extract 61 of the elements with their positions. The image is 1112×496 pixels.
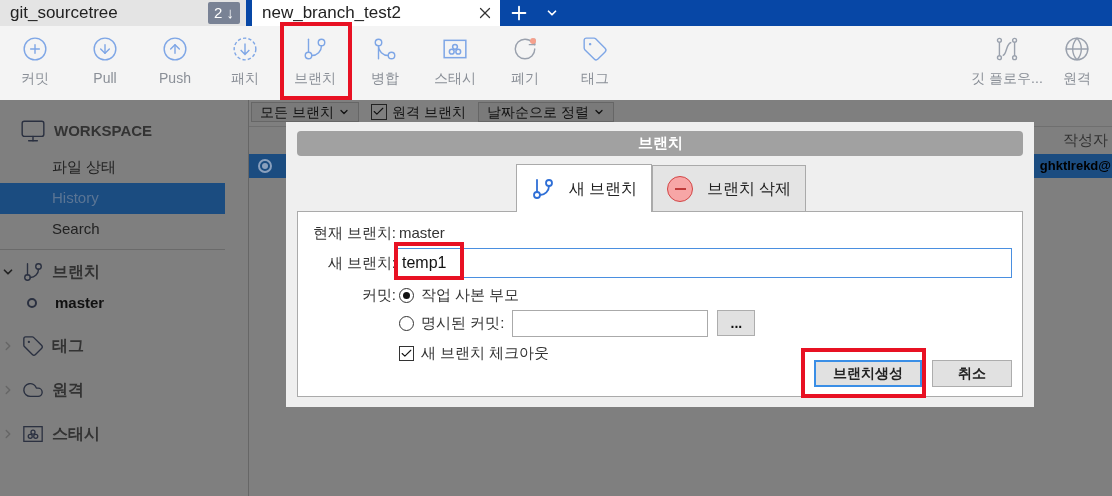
section-title: WORKSPACE	[54, 120, 153, 141]
dialog-tab[interactable]: 새 브랜치	[515, 164, 652, 212]
checkbox-label: 원격 브랜치	[391, 103, 466, 120]
radio-icon	[258, 159, 272, 173]
filter-dropdown[interactable]: 날짜순으로 정렬	[477, 101, 614, 122]
document-tab[interactable]: new_branch_test2	[252, 0, 500, 26]
toolbar-button[interactable]: 커밋	[0, 26, 70, 100]
table-cell-text: ghktlrekd@	[1039, 157, 1111, 176]
current-branch-value: master	[399, 222, 445, 243]
current-branch-icon	[27, 298, 37, 308]
browse-button[interactable]: ...	[717, 310, 756, 336]
branch-icon	[302, 36, 328, 62]
sidebar-item[interactable]: master	[55, 291, 105, 315]
field-label: 새 브랜치:	[326, 252, 396, 273]
branch-icon	[22, 261, 44, 283]
dialog-button[interactable]: 취소	[932, 360, 1012, 387]
plus-circle-icon	[22, 36, 48, 62]
checkbox-label: 새 브랜치 체크아웃	[421, 342, 550, 363]
merge-icon	[372, 36, 398, 62]
rotate-dot-icon	[512, 36, 538, 62]
toolbar-button[interactable]: Push	[140, 26, 210, 100]
branch-name-field[interactable]: temp1	[397, 248, 1012, 278]
count-badge: 2 ↓	[208, 1, 240, 25]
arrow-down-circle-icon	[92, 36, 118, 62]
tag-icon	[582, 36, 608, 62]
toolbar-button[interactable]: 스태시	[420, 26, 490, 100]
sidebar-section[interactable]: 원격	[52, 378, 84, 402]
toolbar-button[interactable]: 폐기	[490, 26, 560, 100]
radio-label: 명시된 커밋:	[421, 312, 505, 333]
sidebar-section[interactable]: 태그	[52, 334, 84, 358]
filter-dropdown[interactable]: 모든 브랜치	[251, 101, 359, 122]
stash-icon	[22, 423, 44, 445]
dialog-button[interactable]: 브랜치생성	[814, 360, 922, 387]
radio-label: 작업 사본 부모	[421, 284, 520, 305]
checkbox[interactable]	[399, 345, 414, 361]
commit-field[interactable]	[512, 309, 709, 337]
tag-icon	[22, 335, 44, 357]
arrow-up-circle-icon	[162, 36, 188, 62]
globe-icon	[1064, 36, 1090, 62]
toolbar-button[interactable]: 태그	[560, 26, 630, 100]
dialog-title: 브랜치	[297, 131, 1023, 156]
sidebar-section[interactable]: 브랜치	[52, 260, 100, 284]
sidebar-item[interactable]: History	[0, 183, 225, 214]
toolbar-button[interactable]: 원격	[1042, 26, 1112, 100]
flow-icon	[994, 36, 1020, 62]
branch-icon	[530, 176, 555, 201]
toolbar-button[interactable]: 깃 플로우...	[972, 26, 1042, 100]
field-label: 현재 브랜치:	[311, 222, 396, 243]
toolbar-button[interactable]: Pull	[70, 26, 140, 100]
checkbox[interactable]	[370, 103, 387, 120]
sidebar-item[interactable]: Search	[0, 214, 248, 245]
toolbar-button[interactable]: 브랜치	[280, 26, 350, 100]
field-label: 커밋:	[360, 285, 396, 305]
column-header[interactable]: 작성자	[1063, 129, 1108, 152]
monitor-icon	[20, 118, 46, 144]
document-tab[interactable]: git_sourcetree 2 ↓	[0, 0, 249, 26]
dialog-tab[interactable]: 브랜치 삭제	[652, 165, 807, 212]
sidebar-item[interactable]: 파일 상태	[0, 152, 248, 183]
sidebar-section[interactable]: 스태시	[52, 422, 100, 446]
toolbar-button[interactable]: 패치	[210, 26, 280, 100]
toolbar-button[interactable]: 병합	[350, 26, 420, 100]
